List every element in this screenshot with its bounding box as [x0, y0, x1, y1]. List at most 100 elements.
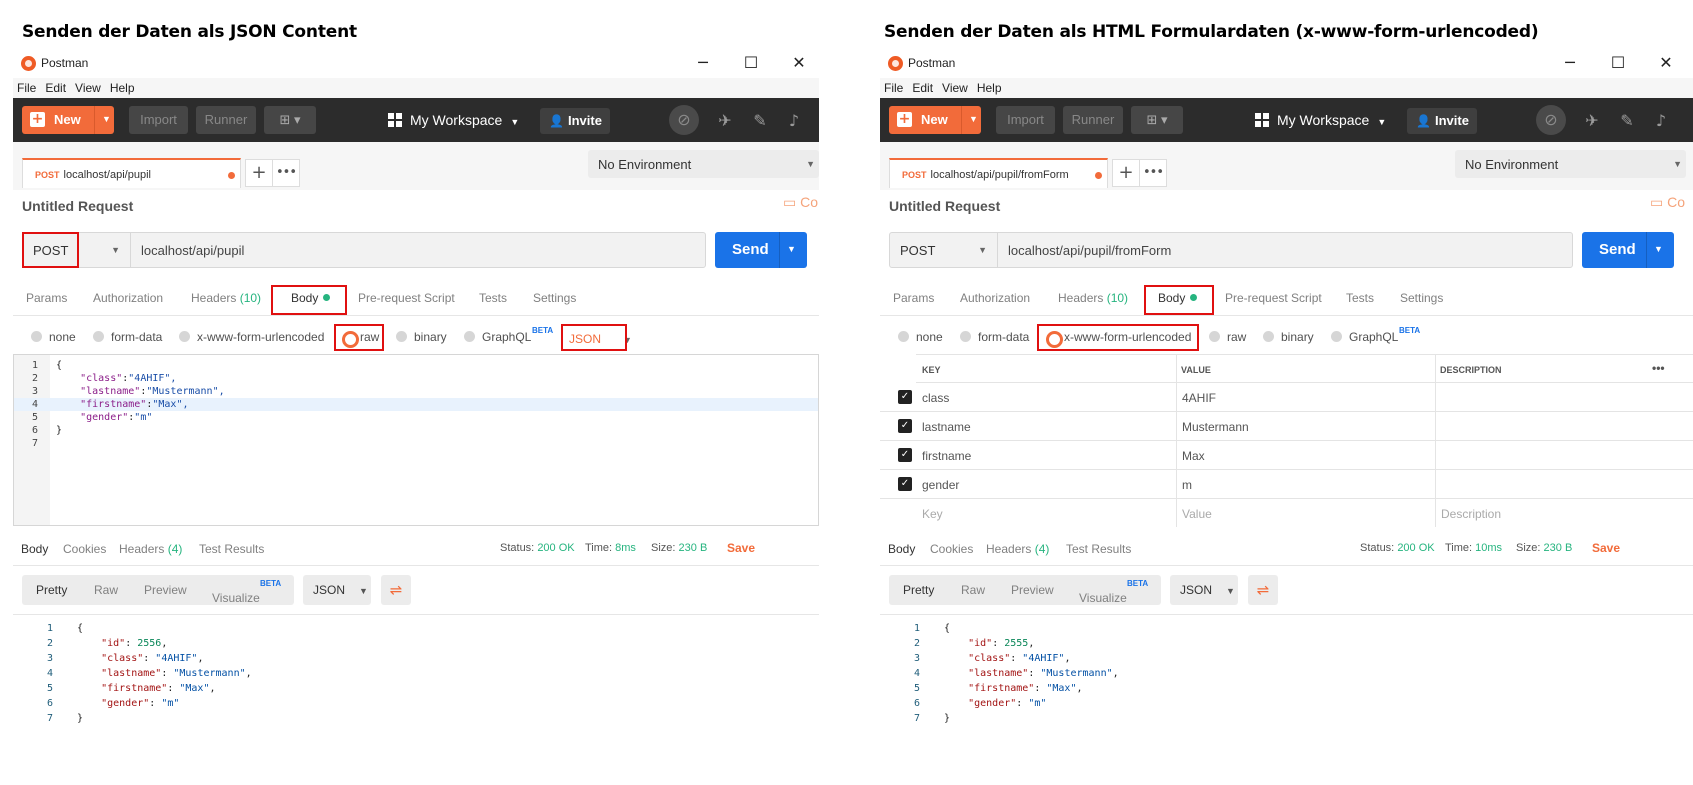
value-cell[interactable]: Mustermann: [1182, 420, 1249, 434]
tab-tests[interactable]: Tests: [479, 291, 507, 305]
tab-params[interactable]: Params: [893, 291, 934, 305]
tab-options-button[interactable]: •••: [272, 159, 300, 187]
menu-help[interactable]: Help: [106, 78, 140, 95]
request-tab[interactable]: POST localhost/api/pupil: [22, 158, 241, 188]
tab-headers[interactable]: Headers (10): [191, 291, 261, 305]
new-button[interactable]: + New ▼: [889, 106, 981, 134]
view-raw[interactable]: Raw: [961, 583, 985, 597]
view-pretty[interactable]: Pretty: [903, 583, 934, 597]
key-cell[interactable]: firstname: [922, 449, 971, 463]
response-tab-tests[interactable]: Test Results: [1066, 542, 1131, 556]
radio-form-data[interactable]: form-data: [93, 330, 162, 344]
minimize-icon[interactable]: ─: [1560, 53, 1580, 73]
runner-button[interactable]: Runner: [196, 106, 256, 134]
key-cell[interactable]: class: [922, 391, 949, 405]
wrench-icon[interactable]: ✎: [750, 111, 770, 131]
key-input[interactable]: Key: [922, 507, 943, 521]
close-icon[interactable]: ✕: [1656, 53, 1676, 73]
more-options-icon[interactable]: •••: [1652, 361, 1665, 375]
add-tab-button[interactable]: +: [1112, 159, 1140, 187]
radio-graphql[interactable]: GraphQL BETA: [464, 326, 553, 344]
save-response-button[interactable]: Save: [727, 541, 755, 555]
radio-urlencoded[interactable]: x-www-form-urlencoded: [179, 330, 324, 344]
menu-file[interactable]: File: [13, 78, 41, 95]
tab-params[interactable]: Params: [26, 291, 67, 305]
tab-options-button[interactable]: •••: [1139, 159, 1167, 187]
new-button[interactable]: + New ▼: [22, 106, 114, 134]
workspace-selector[interactable]: My Workspace ▼: [1255, 112, 1386, 128]
minimize-icon[interactable]: ─: [693, 53, 713, 73]
url-input[interactable]: localhost/api/pupil/fromForm: [1008, 243, 1171, 258]
tab-settings[interactable]: Settings: [533, 291, 576, 305]
maximize-icon[interactable]: ☐: [741, 53, 761, 73]
value-input[interactable]: Value: [1182, 507, 1212, 521]
satellite-icon[interactable]: ✈: [715, 111, 735, 131]
method-select[interactable]: POST ▼: [890, 233, 998, 267]
tab-headers[interactable]: Headers (10): [1058, 291, 1128, 305]
key-cell[interactable]: lastname: [922, 420, 971, 434]
add-tab-button[interactable]: +: [245, 159, 273, 187]
workspace-selector[interactable]: My Workspace ▼: [388, 112, 519, 128]
tab-tests[interactable]: Tests: [1346, 291, 1374, 305]
request-name[interactable]: Untitled Request: [22, 198, 133, 214]
menu-edit[interactable]: Edit: [908, 78, 938, 95]
response-tab-headers[interactable]: Headers (4): [986, 542, 1049, 556]
chevron-down-icon[interactable]: ▼: [102, 114, 111, 124]
view-preview[interactable]: Preview: [1011, 583, 1054, 597]
request-name[interactable]: Untitled Request: [889, 198, 1000, 214]
bell-icon[interactable]: ♪: [1651, 111, 1671, 131]
view-pretty[interactable]: Pretty: [36, 583, 67, 597]
response-tab-body[interactable]: Body: [888, 542, 915, 556]
invite-button[interactable]: 👤 Invite: [540, 108, 610, 134]
satellite-icon[interactable]: ✈: [1582, 111, 1602, 131]
chevron-down-icon[interactable]: ▼: [969, 114, 978, 124]
url-input[interactable]: localhost/api/pupil: [141, 243, 244, 258]
sync-off-icon[interactable]: ⊘: [1536, 105, 1566, 135]
radio-none[interactable]: none: [31, 330, 76, 344]
response-tab-cookies[interactable]: Cookies: [63, 542, 106, 556]
wrap-lines-icon[interactable]: ⇌: [381, 575, 411, 605]
menu-view[interactable]: View: [71, 78, 106, 95]
checkbox[interactable]: ✓: [898, 390, 912, 404]
wrench-icon[interactable]: ✎: [1617, 111, 1637, 131]
value-cell[interactable]: m: [1182, 478, 1192, 492]
value-cell[interactable]: 4AHIF: [1182, 391, 1216, 405]
comments-icon[interactable]: ▭ Co: [783, 194, 818, 211]
tab-prerequest[interactable]: Pre-request Script: [1225, 291, 1322, 305]
request-tab[interactable]: POST localhost/api/pupil/fromForm: [889, 158, 1108, 188]
tab-prerequest[interactable]: Pre-request Script: [358, 291, 455, 305]
response-format-select[interactable]: JSON ▼: [303, 575, 371, 605]
menu-view[interactable]: View: [938, 78, 973, 95]
radio-raw[interactable]: raw: [1209, 330, 1246, 344]
sync-off-icon[interactable]: ⊘: [669, 105, 699, 135]
key-cell[interactable]: gender: [922, 478, 959, 492]
view-raw[interactable]: Raw: [94, 583, 118, 597]
checkbox[interactable]: ✓: [898, 419, 912, 433]
response-tab-body[interactable]: Body: [21, 542, 48, 556]
tab-authorization[interactable]: Authorization: [960, 291, 1030, 305]
bell-icon[interactable]: ♪: [784, 111, 804, 131]
checkbox[interactable]: ✓: [898, 448, 912, 462]
radio-binary[interactable]: binary: [1263, 330, 1314, 344]
environment-select[interactable]: No Environment ▼: [588, 150, 819, 178]
comments-icon[interactable]: ▭ Co: [1650, 194, 1685, 211]
tab-authorization[interactable]: Authorization: [93, 291, 163, 305]
response-tab-tests[interactable]: Test Results: [199, 542, 264, 556]
tab-settings[interactable]: Settings: [1400, 291, 1443, 305]
send-button[interactable]: Send ▼: [1582, 232, 1674, 268]
request-body-editor[interactable]: 1{2 "class":"4AHIF", 3 "lastname":"Muster…: [13, 354, 819, 526]
close-icon[interactable]: ✕: [789, 53, 809, 73]
environment-select[interactable]: No Environment ▼: [1455, 150, 1686, 178]
chevron-down-icon[interactable]: ▼: [787, 244, 796, 254]
save-response-button[interactable]: Save: [1592, 541, 1620, 555]
menu-edit[interactable]: Edit: [41, 78, 71, 95]
view-preview[interactable]: Preview: [144, 583, 187, 597]
radio-form-data[interactable]: form-data: [960, 330, 1029, 344]
response-format-select[interactable]: JSON ▼: [1170, 575, 1238, 605]
invite-button[interactable]: 👤 Invite: [1407, 108, 1477, 134]
new-window-button[interactable]: ⊞ ▾: [264, 106, 316, 134]
import-button[interactable]: Import: [129, 106, 188, 134]
runner-button[interactable]: Runner: [1063, 106, 1123, 134]
import-button[interactable]: Import: [996, 106, 1055, 134]
wrap-lines-icon[interactable]: ⇌: [1248, 575, 1278, 605]
